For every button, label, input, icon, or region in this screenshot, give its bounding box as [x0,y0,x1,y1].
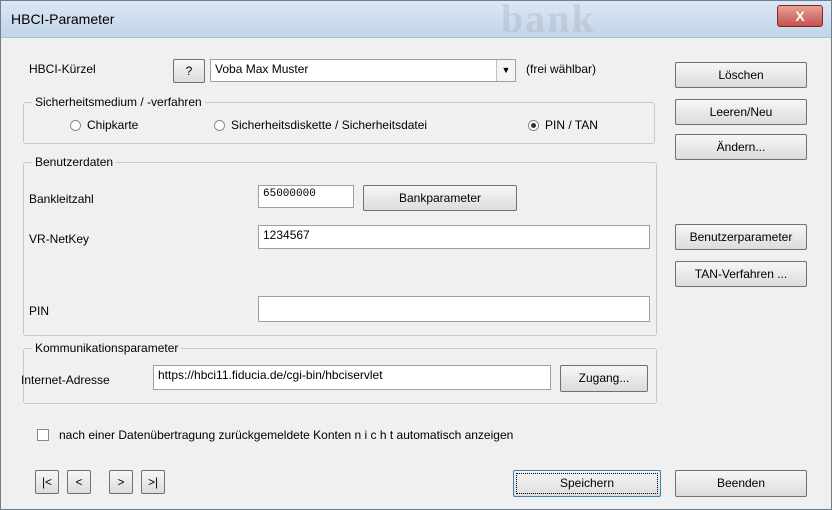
radio-pin-tan[interactable]: PIN / TAN [528,118,598,132]
zugang-button[interactable]: Zugang... [560,365,648,392]
radio-chipkarte-label: Chipkarte [87,118,139,132]
bankleitzahl-label: Bankleitzahl [29,192,94,206]
kommunikationsparameter-legend: Kommunikationsparameter [32,341,182,355]
radio-selected-icon [528,120,539,131]
sicherheitsmedium-group: Sicherheitsmedium / -verfahren Chipkarte… [23,95,655,144]
konten-anzeigen-checkbox[interactable] [37,429,49,441]
next-record-button[interactable]: > [109,470,133,494]
hbci-kuerzel-value: Voba Max Muster [215,62,309,76]
hbci-parameter-window: bank HBCI-Parameter X HBCI-Kürzel ? Voba… [0,0,832,510]
frei-waehlbar-note: (frei wählbar) [526,62,597,76]
first-record-button[interactable]: |< [35,470,59,494]
radio-sicherheitsdiskette[interactable]: Sicherheitsdiskette / Sicherheitsdatei [214,118,427,132]
radio-pin-tan-label: PIN / TAN [545,118,598,132]
help-button[interactable]: ? [173,59,205,83]
window-title: HBCI-Parameter [11,11,115,27]
tan-verfahren-button[interactable]: TAN-Verfahren ... [675,261,807,287]
hbci-kuerzel-label: HBCI-Kürzel [29,62,96,76]
pin-field[interactable] [258,296,650,322]
title-watermark: bank [501,0,596,41]
title-bar[interactable]: bank HBCI-Parameter X [1,0,831,41]
internet-adresse-field[interactable]: https://hbci11.fiducia.de/cgi-bin/hbcise… [153,365,551,390]
speichern-button[interactable]: Speichern [513,470,661,497]
radio-chipkarte[interactable]: Chipkarte [70,118,138,132]
chevron-down-icon[interactable]: ▼ [496,60,515,81]
hbci-kuerzel-combo[interactable]: Voba Max Muster ▼ [210,59,516,82]
aendern-button[interactable]: Ändern... [675,134,807,160]
leeren-neu-button[interactable]: Leeren/Neu [675,99,807,125]
radio-icon [214,120,225,131]
radio-icon [70,120,81,131]
loeschen-button[interactable]: Löschen [675,62,807,88]
vr-netkey-field[interactable]: 1234567 [258,225,650,249]
pin-label: PIN [29,304,50,318]
radio-sicherheitsdiskette-label: Sicherheitsdiskette / Sicherheitsdatei [231,118,428,132]
sicherheitsmedium-legend: Sicherheitsmedium / -verfahren [32,95,205,109]
benutzerparameter-button[interactable]: Benutzerparameter [675,224,807,250]
dialog-body: HBCI-Kürzel ? Voba Max Muster ▼ (frei wä… [7,38,825,504]
konten-anzeigen-label: nach einer Datenübertragung zurückgemeld… [59,428,514,442]
beenden-button[interactable]: Beenden [675,470,807,497]
bankparameter-button[interactable]: Bankparameter [363,185,517,211]
internet-adresse-label: Internet-Adresse [21,373,110,387]
vr-netkey-label: VR-NetKey [29,232,90,246]
close-button[interactable]: X [777,5,823,27]
last-record-button[interactable]: >| [141,470,165,494]
bankleitzahl-field[interactable]: 65000000 [258,185,354,208]
previous-record-button[interactable]: < [67,470,91,494]
benutzerdaten-legend: Benutzerdaten [32,155,117,169]
